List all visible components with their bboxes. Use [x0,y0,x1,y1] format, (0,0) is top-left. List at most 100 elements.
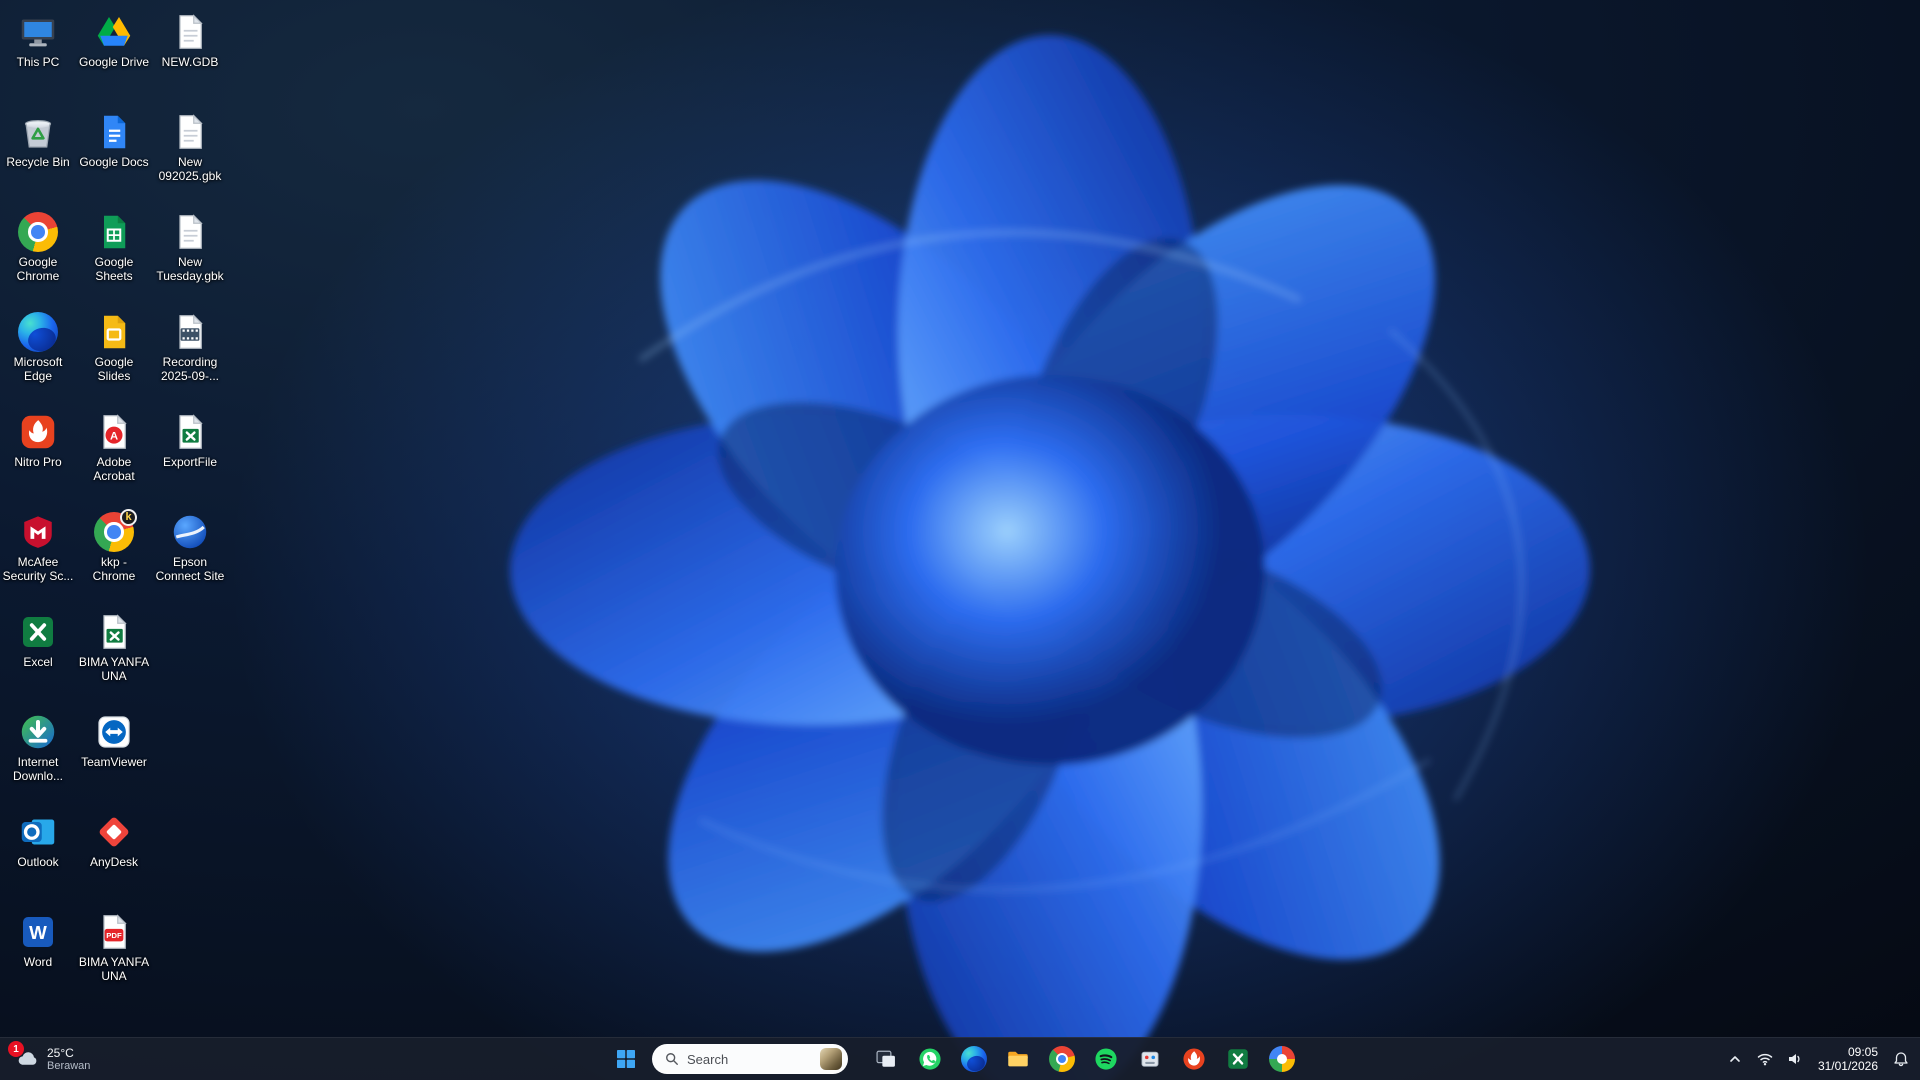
desktop-icon-kkp-chrome[interactable]: kkkp - Chrome [78,512,150,583]
svg-text:PDF: PDF [106,931,122,940]
desktop-icon-label: This PC [17,55,60,69]
desktop-icon-recording-2025-09[interactable]: Recording 2025-09-... [154,312,226,383]
desktop: This PC Recycle Bin Google Chrome Microsoft… [0,0,1920,1080]
edge-icon [961,1046,987,1072]
desktop-icon-google-sheets[interactable]: Google Sheets [78,212,150,283]
desktop-icon-excel[interactable]: Excel [2,612,74,669]
taskbar-whatsapp-button[interactable] [910,1039,950,1079]
desktop-icon-word[interactable]: W Word [2,912,74,969]
anydesk-icon [94,812,134,852]
task-view-icon [873,1046,899,1072]
desktop-icon-teamviewer[interactable]: TeamViewer [78,712,150,769]
photos-icon [1269,1046,1295,1072]
desktop-icon-label: Internet Downlo... [2,755,74,783]
desktop-icon-exportfile[interactable]: ExportFile [154,412,226,469]
desktop-icon-label: Adobe Acrobat [78,455,150,483]
desktop-icon-internet-downlo[interactable]: Internet Downlo... [2,712,74,783]
taskbar-file-explorer-button[interactable] [998,1039,1038,1079]
doc-file-icon [170,112,210,152]
desktop-icon-microsoft-edge[interactable]: Microsoft Edge [2,312,74,383]
clock[interactable]: 09:05 31/01/2026 [1810,1039,1886,1079]
chrome-icon [18,212,58,252]
weather-condition: Berawan [47,1060,90,1073]
desktop-icon-label: Word [24,955,52,969]
desktop-icon-mcafee-security-sc[interactable]: McAfee Security Sc... [2,512,74,583]
wifi-button[interactable] [1750,1039,1780,1079]
mcafee-icon [18,512,58,552]
desktop-icon-label: BIMA YANFA UNA [78,955,150,983]
taskbar-edge-button[interactable] [954,1039,994,1079]
desktop-icon-label: Recycle Bin [6,155,69,169]
desktop-icon-label: kkp - Chrome [78,555,150,583]
spotify-icon [1093,1046,1119,1072]
this-pc-icon [18,12,58,52]
desktop-icon-recycle-bin[interactable]: Recycle Bin [2,112,74,169]
taskbar-nitro-pro-button[interactable] [1174,1039,1214,1079]
gdrive-icon [94,12,134,52]
notification-center-button[interactable] [1886,1039,1916,1079]
word-icon: W [18,912,58,952]
weather-widget[interactable]: 1 25°C Berawan [6,1038,98,1080]
idm-icon [18,712,58,752]
doc-file-icon [170,12,210,52]
taskbar-task-view-button[interactable] [866,1039,906,1079]
desktop-icon-label: New 092025.gbk [154,155,226,183]
gsheets-icon [94,212,134,252]
search-daily-image[interactable] [820,1048,842,1070]
desktop-icon-this-pc[interactable]: This PC [2,12,74,69]
xlsx-file-icon [94,612,134,652]
desktop-icon-label: ExportFile [163,455,217,469]
tray-overflow-button[interactable] [1720,1039,1750,1079]
acrobat-icon: A [94,412,134,452]
weather-cloud-icon: 1 [14,1046,40,1072]
video-file-icon [170,312,210,352]
file-explorer-icon [1005,1046,1031,1072]
desktop-icon-google-chrome[interactable]: Google Chrome [2,212,74,283]
desktop-icon-label: NEW.GDB [162,55,219,69]
start-button[interactable] [606,1039,646,1079]
taskbar-device-utility-button[interactable] [1130,1039,1170,1079]
gslides-icon [94,312,134,352]
desktop-icon-new-092025-gbk[interactable]: New 092025.gbk [154,112,226,183]
desktop-icon-bima-yanfa-una[interactable]: BIMA YANFA UNA [78,612,150,683]
desktop-icon-nitro-pro[interactable]: Nitro Pro [2,412,74,469]
weather-text: 25°C Berawan [47,1046,90,1073]
taskbar-spotify-button[interactable] [1086,1039,1126,1079]
chevron-up-icon [1727,1051,1743,1067]
desktop-icon-adobe-acrobat[interactable]: A Adobe Acrobat [78,412,150,483]
pdf-file-icon: PDF [94,912,134,952]
desktop-icon-label: Nitro Pro [14,455,61,469]
desktop-icon-outlook[interactable]: Outlook [2,812,74,869]
desktop-icon-new-tuesday-gbk[interactable]: New Tuesday.gbk [154,212,226,283]
desktop-icons-layer: This PC Recycle Bin Google Chrome Microsoft… [0,0,1920,1080]
speaker-icon [1787,1051,1803,1067]
taskbar-excel-button[interactable] [1218,1039,1258,1079]
volume-button[interactable] [1780,1039,1810,1079]
taskbar-chrome-button[interactable] [1042,1039,1082,1079]
taskbar-center: Search [606,1039,1302,1079]
teamviewer-icon [94,712,134,752]
desktop-icon-anydesk[interactable]: AnyDesk [78,812,150,869]
desktop-icon-label: Epson Connect Site [154,555,226,583]
desktop-icon-google-slides[interactable]: Google Slides [78,312,150,383]
desktop-icon-epson-connect-site[interactable]: Epson Connect Site [154,512,226,583]
excel-icon [1225,1046,1251,1072]
desktop-icon-google-docs[interactable]: Google Docs [78,112,150,169]
edge-icon [18,312,58,352]
desktop-icon-label: Google Chrome [2,255,74,283]
notification-badge: 1 [8,1041,24,1057]
windows-logo-icon [614,1047,638,1071]
svg-text:A: A [110,430,118,442]
taskbar-photos-button[interactable] [1262,1039,1302,1079]
desktop-icon-label: TeamViewer [81,755,147,769]
desktop-icon-bima-yanfa-una[interactable]: PDF BIMA YANFA UNA [78,912,150,983]
desktop-icon-new-gdb[interactable]: NEW.GDB [154,12,226,69]
desktop-icon-label: Google Sheets [78,255,150,283]
desktop-icon-label: Recording 2025-09-... [154,355,226,383]
desktop-icon-google-drive[interactable]: Google Drive [78,12,150,69]
recycle-bin-icon [18,112,58,152]
tray-date: 31/01/2026 [1818,1059,1878,1073]
search-box[interactable]: Search [652,1044,848,1074]
xlsx-file-icon [170,412,210,452]
desktop-icon-label: Microsoft Edge [2,355,74,383]
